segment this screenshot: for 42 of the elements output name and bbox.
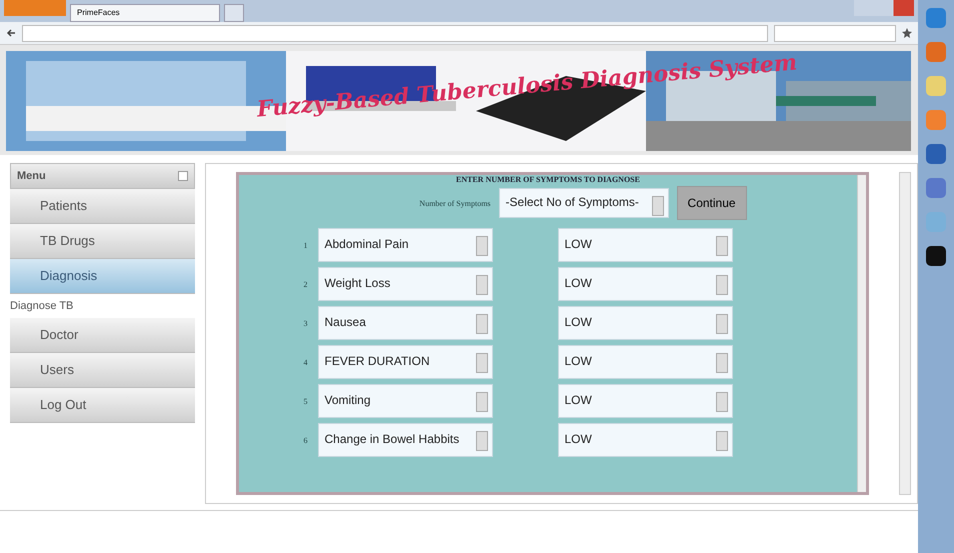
- symptom-select[interactable]: Abdominal Pain: [318, 228, 492, 262]
- row-number: 4: [304, 358, 308, 366]
- menu-item[interactable]: Doctor: [10, 318, 195, 353]
- symptom-select[interactable]: Nausea: [318, 306, 492, 340]
- collapse-icon[interactable]: [178, 171, 188, 181]
- scrollbar[interactable]: [899, 172, 911, 495]
- menu-item[interactable]: Patients: [10, 189, 195, 224]
- symptom-select[interactable]: FEVER DURATION: [318, 345, 492, 379]
- menu-title: Menu: [17, 170, 46, 182]
- window-controls[interactable]: [854, 0, 914, 16]
- search-field[interactable]: [774, 24, 896, 42]
- symptom-select[interactable]: Vomiting: [318, 384, 492, 418]
- star-icon[interactable]: [902, 28, 912, 38]
- app-icon[interactable]: [926, 246, 946, 266]
- row-number: 5: [304, 396, 308, 406]
- row-number: 1: [304, 240, 308, 250]
- banner-title: Fuzzy-Based Tuberculosis Diagnosis System: [256, 49, 798, 123]
- symptom-count-select[interactable]: -Select No of Symptoms-: [498, 188, 669, 218]
- form-heading: ENTER NUMBER OF SYMPTOMS TO DIAGNOSE: [456, 175, 640, 184]
- menu-item[interactable]: Users: [10, 353, 195, 388]
- menu-item[interactable]: Log Out: [10, 388, 195, 423]
- back-icon[interactable]: [6, 28, 16, 38]
- scrollbar[interactable]: [857, 175, 866, 492]
- field-label: Number of Symptoms: [419, 198, 491, 208]
- row-number: 2: [304, 280, 308, 288]
- severity-select[interactable]: LOW: [558, 228, 732, 262]
- row-number: 3: [304, 318, 308, 328]
- severity-select[interactable]: LOW: [558, 345, 732, 379]
- menu-item[interactable]: TB Drugs: [10, 224, 195, 259]
- severity-select[interactable]: LOW: [558, 267, 732, 301]
- symptom-select[interactable]: Change in Bowel Habbits: [318, 423, 492, 457]
- row-number: 6: [304, 436, 308, 444]
- continue-button[interactable]: Continue: [676, 186, 747, 220]
- browser-menu-button[interactable]: [4, 0, 66, 16]
- severity-select[interactable]: LOW: [558, 306, 732, 340]
- symptom-select[interactable]: Weight Loss: [318, 267, 492, 301]
- severity-select[interactable]: LOW: [558, 423, 732, 457]
- new-tab-button[interactable]: [224, 4, 244, 22]
- severity-select[interactable]: LOW: [558, 384, 732, 418]
- browser-tab[interactable]: PrimeFaces: [70, 4, 220, 22]
- address-field[interactable]: [22, 24, 768, 42]
- menu-item[interactable]: Diagnosis: [10, 259, 195, 294]
